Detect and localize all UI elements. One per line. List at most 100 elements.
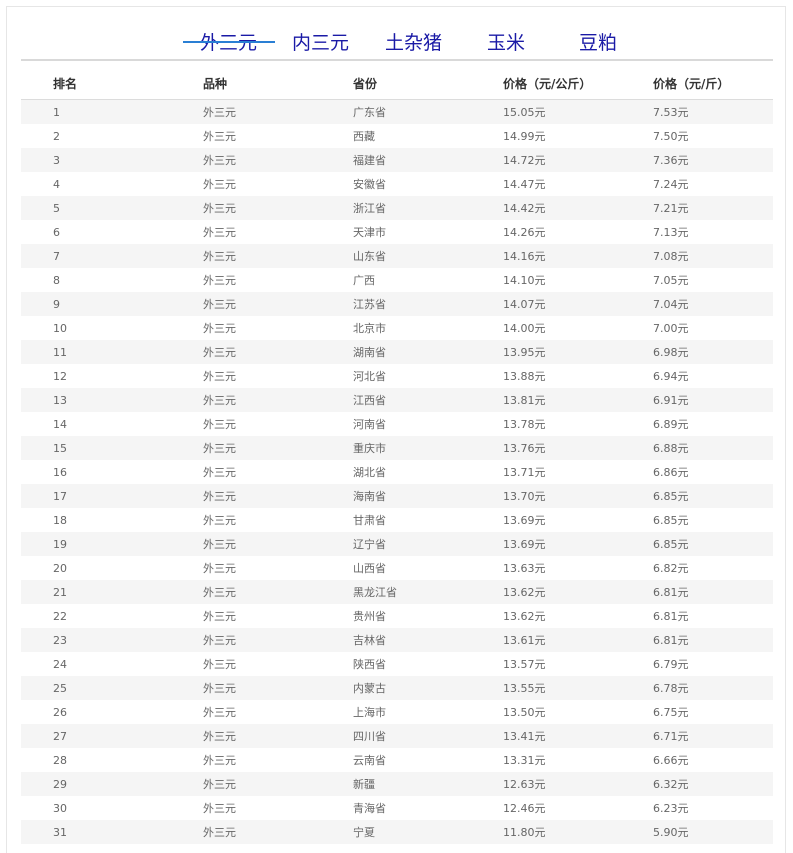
cell-province: 河南省 (353, 418, 386, 431)
table-row: 22 外三元 贵州省 13.62元 6.81元 (21, 604, 773, 628)
cell-price-jin: 7.36元 (653, 148, 773, 172)
cell-price-kg: 14.00元 (503, 322, 546, 335)
price-table: 排名 品种 省份 价格（元/公斤） 价格（元/斤） 1 外三元 广东省 15.05元 7… (21, 67, 773, 844)
active-tab-indicator (183, 41, 275, 43)
cell-rank: 20 (53, 561, 67, 575)
cell-province: 宁夏 (353, 820, 503, 844)
table-row: 20 外三元 山西省 13.63元 6.82元 (21, 556, 773, 580)
price-panel: 外三元 内三元 土杂猪 玉米 豆粕 排名 品种 省份 价格（元/公斤） 价格（元… (6, 6, 786, 853)
cell-price-jin: 6.71元 (653, 724, 773, 748)
cell-province: 浙江省 (353, 196, 503, 220)
cell-price-kg: 12.63元 (503, 772, 653, 796)
cell-variety: 外三元 (203, 178, 236, 191)
cell-variety: 外三元 (203, 99, 353, 124)
cell-rank: 6 (53, 225, 60, 239)
header-price-kg: 价格（元/公斤） (503, 67, 653, 100)
tab-soybean-meal[interactable]: 豆粕 (579, 29, 617, 57)
header-variety: 品种 (203, 67, 353, 100)
cell-province: 北京市 (353, 322, 386, 335)
cell-variety: 外三元 (203, 322, 236, 335)
table-header-row: 排名 品种 省份 价格（元/公斤） 价格（元/斤） (21, 67, 773, 100)
cell-price-kg: 13.70元 (503, 484, 653, 508)
cell-variety: 外三元 (203, 196, 353, 220)
tab-divider (21, 59, 773, 61)
cell-province: 福建省 (353, 148, 503, 172)
cell-price-kg: 14.16元 (503, 244, 653, 268)
cell-variety: 外三元 (203, 418, 236, 431)
cell-province: 江西省 (353, 388, 503, 412)
cell-variety: 外三元 (203, 340, 353, 364)
cell-price-jin: 6.23元 (653, 802, 689, 815)
cell-price-jin: 6.85元 (653, 514, 689, 527)
cell-variety: 外三元 (203, 628, 353, 652)
cell-province: 内蒙古 (353, 676, 503, 700)
tab-tu-za-zhu[interactable]: 土杂猪 (385, 29, 442, 57)
table-row: 27 外三元 四川省 13.41元 6.71元 (21, 724, 773, 748)
cell-variety: 外三元 (203, 484, 353, 508)
cell-province: 安徽省 (353, 178, 386, 191)
cell-variety: 外三元 (203, 436, 353, 460)
cell-variety: 外三元 (203, 370, 236, 383)
cell-price-jin: 7.13元 (653, 226, 689, 239)
cell-rank: 1 (21, 99, 203, 124)
cell-rank: 19 (21, 532, 203, 556)
cell-variety: 外三元 (203, 130, 236, 143)
cell-province: 四川省 (353, 724, 503, 748)
tab-corn[interactable]: 玉米 (487, 29, 525, 57)
cell-province: 黑龙江省 (353, 580, 503, 604)
cell-rank: 27 (21, 724, 203, 748)
cell-province: 湖南省 (353, 340, 503, 364)
cell-price-kg: 14.72元 (503, 148, 653, 172)
cell-variety: 外三元 (203, 532, 353, 556)
cell-province: 重庆市 (353, 436, 503, 460)
table-row: 6 外三元 天津市 14.26元 7.13元 (21, 220, 773, 244)
cell-province: 辽宁省 (353, 532, 503, 556)
cell-price-jin: 6.98元 (653, 340, 773, 364)
cell-province: 河北省 (353, 370, 386, 383)
table-row: 23 外三元 吉林省 13.61元 6.81元 (21, 628, 773, 652)
cell-rank: 9 (21, 292, 203, 316)
cell-province: 云南省 (353, 754, 386, 767)
table-row: 1 外三元 广东省 15.05元 7.53元 (21, 99, 773, 124)
cell-rank: 17 (21, 484, 203, 508)
cell-price-kg: 13.62元 (503, 610, 546, 623)
cell-rank: 11 (21, 340, 203, 364)
cell-rank: 15 (21, 436, 203, 460)
header-province: 省份 (353, 67, 503, 100)
cell-price-jin: 7.04元 (653, 292, 773, 316)
cell-price-jin: 5.90元 (653, 820, 773, 844)
cell-price-kg: 14.42元 (503, 196, 653, 220)
cell-rank: 3 (21, 148, 203, 172)
tab-nei-san-yuan[interactable]: 内三元 (292, 29, 349, 57)
tab-wai-san-yuan[interactable]: 外三元 (200, 29, 257, 57)
cell-price-kg: 13.57元 (503, 658, 546, 671)
table-row: 9 外三元 江苏省 14.07元 7.04元 (21, 292, 773, 316)
cell-price-jin: 6.88元 (653, 436, 773, 460)
cell-price-kg: 14.26元 (503, 226, 546, 239)
cell-price-jin: 6.81元 (653, 610, 689, 623)
cell-price-kg: 14.99元 (503, 130, 546, 143)
table-row: 24 外三元 陕西省 13.57元 6.79元 (21, 652, 773, 676)
cell-rank: 23 (21, 628, 203, 652)
cell-province: 天津市 (353, 226, 386, 239)
table-row: 25 外三元 内蒙古 13.55元 6.78元 (21, 676, 773, 700)
cell-variety: 外三元 (203, 772, 353, 796)
table-row: 18 外三元 甘肃省 13.69元 6.85元 (21, 508, 773, 532)
table-row: 28 外三元 云南省 13.31元 6.66元 (21, 748, 773, 772)
table-row: 7 外三元 山东省 14.16元 7.08元 (21, 244, 773, 268)
table-row: 10 外三元 北京市 14.00元 7.00元 (21, 316, 773, 340)
cell-price-kg: 15.05元 (503, 99, 653, 124)
cell-variety: 外三元 (203, 244, 353, 268)
cell-rank: 10 (53, 321, 67, 335)
cell-price-jin: 6.85元 (653, 532, 773, 556)
cell-price-jin: 6.94元 (653, 370, 689, 383)
cell-province: 贵州省 (353, 610, 386, 623)
table-row: 11 外三元 湖南省 13.95元 6.98元 (21, 340, 773, 364)
cell-price-kg: 14.07元 (503, 292, 653, 316)
cell-price-kg: 13.95元 (503, 340, 653, 364)
cell-rank: 12 (53, 369, 67, 383)
cell-price-jin: 6.66元 (653, 754, 689, 767)
table-row: 8 外三元 广西 14.10元 7.05元 (21, 268, 773, 292)
cell-price-kg: 11.80元 (503, 820, 653, 844)
cell-price-kg: 13.50元 (503, 706, 546, 719)
